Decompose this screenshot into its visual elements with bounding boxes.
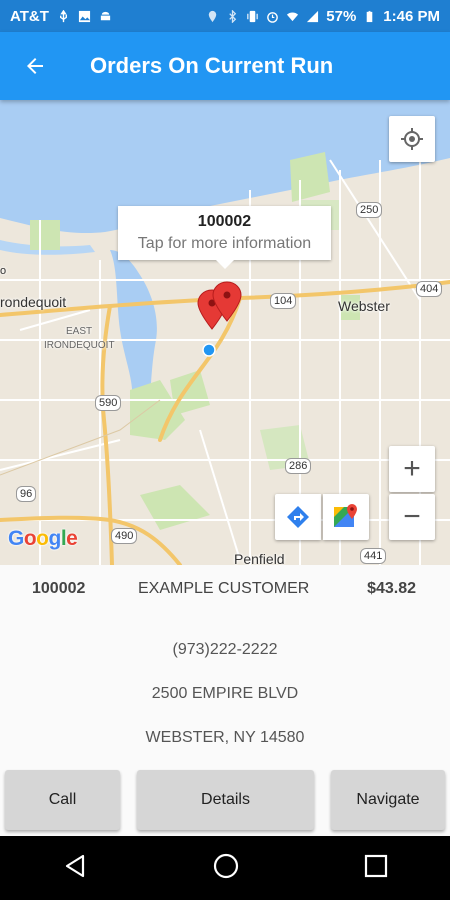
crosshair-icon	[401, 128, 423, 150]
back-button[interactable]	[0, 32, 70, 100]
address-line-2: WEBSTER, NY 14580	[145, 729, 305, 746]
wifi-icon	[287, 12, 299, 21]
map-label-o: o	[0, 265, 7, 277]
plus-icon: +	[403, 452, 421, 485]
nav-home-button[interactable]	[212, 852, 240, 885]
route-shield-286: 286	[285, 458, 312, 474]
zoom-out-button[interactable]: −	[389, 494, 435, 540]
minus-icon: −	[403, 500, 421, 533]
order-amount: $43.82	[367, 580, 416, 597]
customer-name: EXAMPLE CUSTOMER	[138, 580, 310, 597]
location-icon	[209, 10, 217, 22]
system-nav-bar	[0, 836, 450, 900]
map-label-penfield: Penfield	[234, 551, 285, 565]
current-location-dot	[202, 343, 216, 357]
arrow-back-icon	[27, 58, 43, 74]
route-shield-250: 250	[356, 202, 383, 218]
customer-phone: (973)222-2222	[172, 641, 278, 658]
page-title: Orders On Current Run	[90, 53, 334, 78]
info-window-title: 100002	[197, 213, 252, 230]
map-label-irondequoit: rondequoit	[0, 294, 67, 310]
zoom-in-button[interactable]: +	[389, 446, 435, 492]
status-bar: AT&T 57% 1:46 PM	[0, 0, 450, 32]
bluetooth-icon	[229, 9, 237, 23]
carrier-label: AT&T	[10, 7, 49, 25]
signal-icon	[307, 10, 319, 22]
map-label-webster: Webster	[338, 298, 390, 314]
app-bar: Orders On Current Run	[0, 32, 450, 100]
map-view[interactable]: rondequoit EAST IRONDEQUOIT Webster Penf…	[0, 100, 450, 565]
marker-info-window[interactable]: 100002 Tap for more information	[118, 206, 331, 269]
android-icon	[100, 11, 111, 20]
route-shield-404: 404	[416, 281, 443, 297]
map-label-east-irondequoit: IRONDEQUOIT	[44, 340, 115, 351]
alarm-icon	[267, 11, 279, 23]
battery-percent: 57%	[326, 7, 357, 25]
google-logo: Google	[8, 527, 78, 550]
info-window-subtitle: Tap for more information	[137, 235, 312, 252]
navigate-button[interactable]: Navigate	[331, 770, 445, 830]
route-shield-441: 441	[360, 548, 387, 564]
route-shield-590: 590	[95, 395, 122, 411]
image-icon	[78, 10, 90, 22]
home-circle-icon	[213, 853, 239, 878]
order-summary-row: 100002 EXAMPLE CUSTOMER $43.82	[0, 565, 450, 613]
recents-square-icon	[364, 854, 388, 877]
route-shield-96: 96	[16, 486, 37, 502]
call-button[interactable]: Call	[5, 770, 120, 830]
clock: 1:46 PM	[383, 7, 440, 25]
usb-icon	[59, 9, 67, 22]
order-id: 100002	[32, 580, 86, 597]
details-button[interactable]: Details	[137, 770, 314, 830]
directions-button[interactable]	[275, 494, 321, 540]
vibrate-icon	[247, 10, 258, 22]
map-label-east: EAST	[66, 326, 93, 337]
nav-back-button[interactable]	[62, 853, 88, 884]
route-shield-104: 104	[270, 293, 297, 309]
back-triangle-icon	[65, 854, 85, 877]
my-location-button[interactable]	[389, 116, 435, 162]
directions-icon	[287, 506, 309, 528]
route-shield-490: 490	[111, 528, 138, 544]
google-maps-icon	[334, 504, 357, 527]
nav-recents-button[interactable]	[364, 854, 388, 883]
battery-icon	[367, 10, 373, 22]
open-google-maps-button[interactable]	[323, 494, 369, 540]
address-line-1: 2500 EMPIRE BLVD	[151, 685, 299, 702]
